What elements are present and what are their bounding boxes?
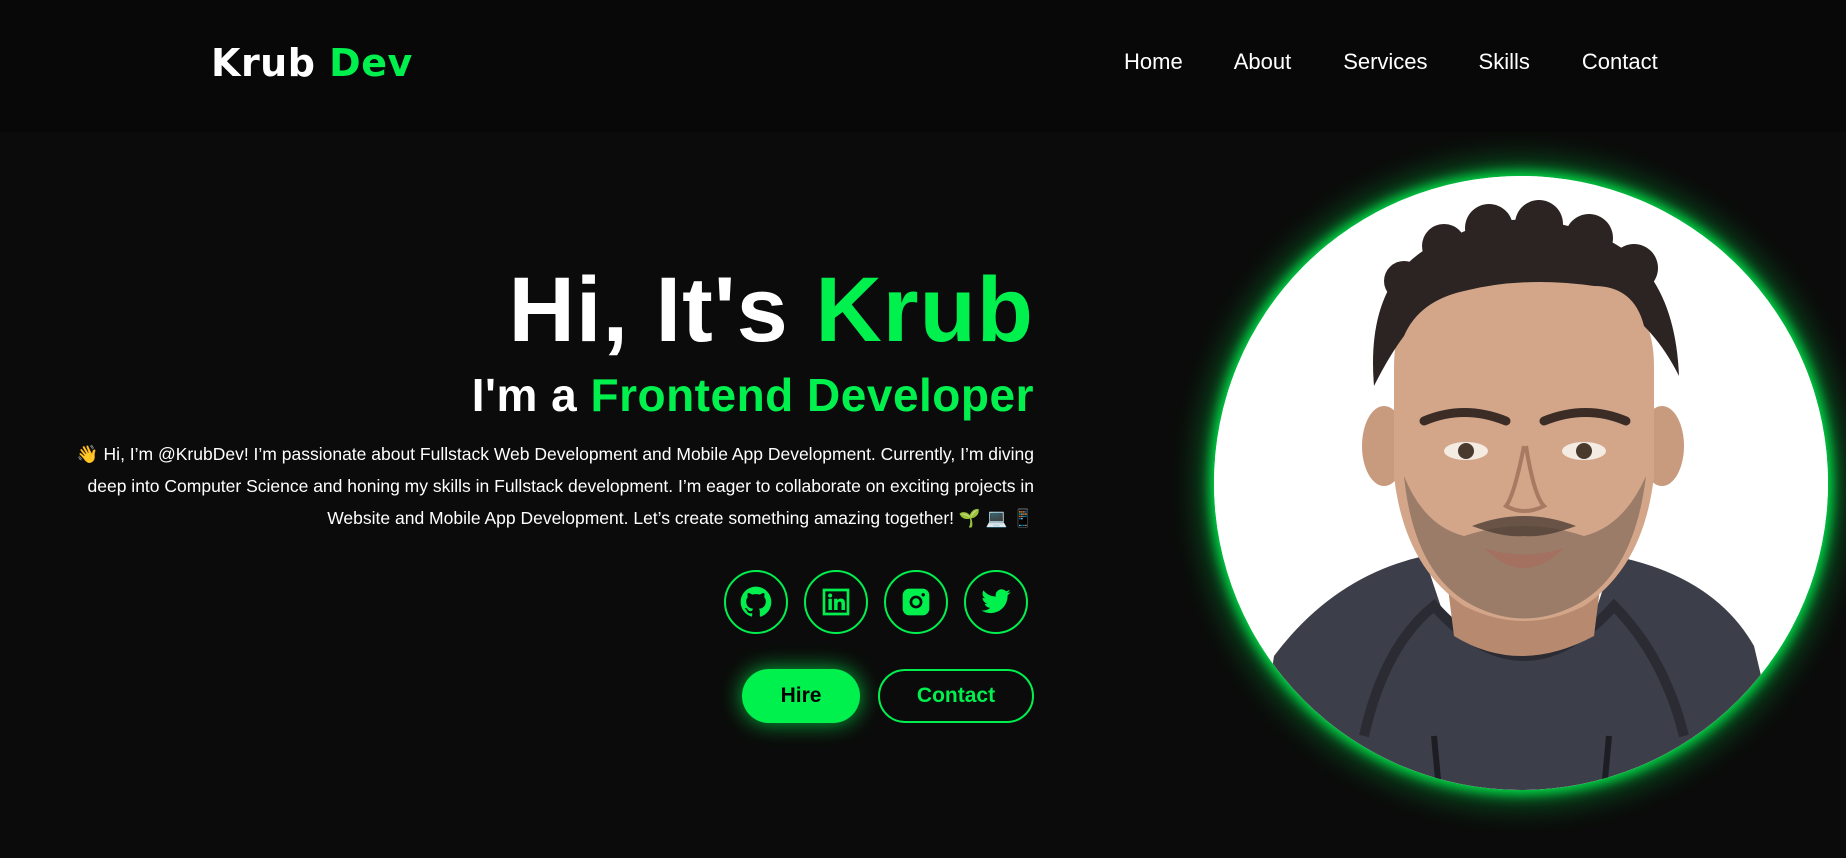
profile-portrait [1214, 176, 1828, 790]
hero-subtitle: I'm a Frontend Developer [472, 368, 1034, 422]
nav-link-about[interactable]: About [1234, 48, 1292, 76]
hero-title: Hi, It's Krub [508, 260, 1034, 360]
logo-text: Krub [211, 41, 330, 85]
role-text: Frontend Developer [590, 369, 1034, 421]
twitter-link[interactable] [964, 570, 1028, 634]
hero-section: Hi, It's Krub I'm a Frontend Developer 👋… [0, 132, 1846, 858]
nav-link-services[interactable]: Services [1343, 48, 1427, 76]
linkedin-icon [822, 588, 850, 616]
role-prefix: I'm a [471, 369, 591, 421]
github-icon [740, 586, 772, 617]
profile-avatar [1214, 176, 1828, 790]
social-links [724, 570, 1028, 634]
main-nav: Home About Services Skills Contact [1124, 48, 1658, 76]
twitter-icon [981, 589, 1011, 614]
linkedin-link[interactable] [804, 570, 868, 634]
hero-intro: 👋 Hi, I’m @KrubDev! I’m passionate about… [76, 444, 1034, 528]
hire-button[interactable]: Hire [742, 669, 860, 723]
nav-link-skills[interactable]: Skills [1479, 48, 1530, 76]
instagram-link[interactable] [884, 570, 948, 634]
hero-greeting: Hi, It's [508, 259, 816, 361]
logo-accent-text: Dev [329, 41, 413, 85]
navbar: Krub Dev Home About Services Skills Cont… [0, 0, 1846, 132]
nav-link-home[interactable]: Home [1124, 48, 1183, 76]
contact-button[interactable]: Contact [878, 669, 1034, 723]
instagram-icon [902, 588, 930, 616]
nav-link-contact[interactable]: Contact [1582, 48, 1658, 76]
logo[interactable]: Krub Dev [211, 40, 413, 86]
hero-buttons: Hire Contact [742, 669, 1034, 723]
github-link[interactable] [724, 570, 788, 634]
hero-name: Krub [815, 259, 1034, 361]
